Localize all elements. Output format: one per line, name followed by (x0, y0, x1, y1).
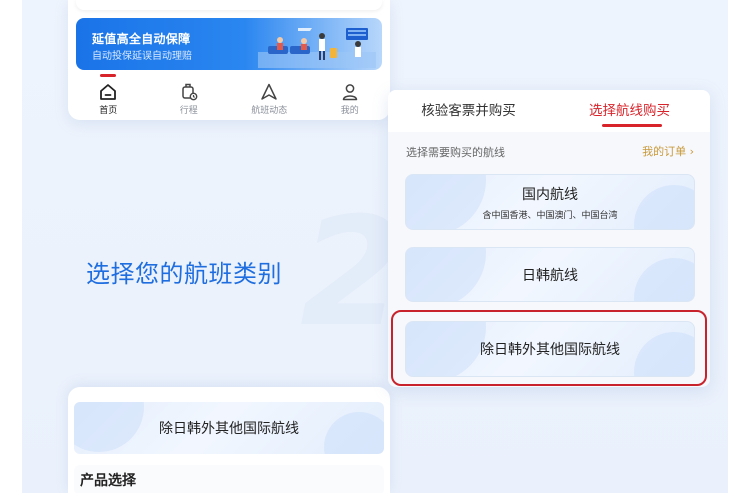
banner-title: 延值高全自动保障 (92, 32, 191, 46)
my-orders-link[interactable]: 我的订单 › (642, 143, 694, 159)
decor-blob (406, 322, 486, 376)
decor-blob (634, 185, 694, 229)
decor-blob (406, 248, 486, 301)
panel-tabs: 核验客票并购买 选择航线购买 (388, 90, 710, 132)
tab-home[interactable]: 首页 (68, 72, 149, 120)
tab-home-label: 首页 (99, 106, 118, 116)
decor-blob (74, 402, 144, 452)
banner-subtitle: 自动投保延误自动理赔 (92, 51, 192, 62)
selected-route-card[interactable]: 除日韩外其他国际航线 (74, 402, 384, 454)
panel-subtitle: 选择需要购买的航线 (406, 146, 505, 159)
flight-status-icon (261, 83, 277, 100)
tab-select-route[interactable]: 选择航线购买 (549, 90, 710, 132)
promo-banner[interactable]: 延值高全自动保障 自动投保延误自动理赔 (76, 18, 382, 70)
luggage-icon (182, 83, 198, 101)
tab-verify-ticket-label: 核验客票并购买 (421, 103, 516, 119)
tab-trips-label: 行程 (179, 106, 198, 116)
tab-select-route-label: 选择航线购买 (589, 103, 670, 119)
bottom-tab-bar: 首页 行程 航班动态 我的 (68, 72, 390, 120)
home-icon (100, 84, 117, 100)
route-option-japan-korea[interactable]: 日韩航线 (405, 247, 695, 302)
route-selection-panel: 核验客票并购买 选择航线购买 选择需要购买的航线 我的订单 › 国内航线 含中国… (388, 90, 710, 387)
card-stub (76, 0, 382, 10)
decor-blob (634, 332, 694, 376)
route-option-domestic[interactable]: 国内航线 含中国香港、中国澳门、中国台湾 (405, 174, 695, 230)
airport-illustration-icon (258, 28, 376, 68)
route-note: 含中国香港、中国澳门、中国台湾 (482, 210, 618, 221)
active-tab-underline (601, 124, 662, 127)
active-tab-indicator (100, 74, 117, 77)
route-name: 国内航线 (522, 186, 578, 203)
user-icon (342, 84, 357, 101)
tab-flight-status-label: 航班动态 (251, 106, 288, 116)
decor-blob (324, 412, 384, 454)
tab-profile[interactable]: 我的 (310, 72, 391, 120)
tab-verify-ticket[interactable]: 核验客票并购买 (388, 90, 549, 132)
tab-flight-status[interactable]: 航班动态 (229, 72, 310, 120)
step-headline: 选择您的航班类别 (86, 260, 282, 288)
selected-route-name: 除日韩外其他国际航线 (159, 421, 299, 437)
route-option-other-international[interactable]: 除日韩外其他国际航线 (405, 321, 695, 377)
route-name: 日韩航线 (522, 267, 578, 284)
decor-blob (634, 258, 694, 301)
phone-screen-bottom: 除日韩外其他国际航线 产品选择 (68, 387, 390, 493)
phone-screen-top: 延值高全自动保障 自动投保延误自动理赔 首页 行程 航班动态 我的 (68, 0, 390, 120)
tab-trips[interactable]: 行程 (149, 72, 230, 120)
route-name: 除日韩外其他国际航线 (480, 342, 620, 358)
product-selection-title: 产品选择 (80, 473, 136, 489)
tab-profile-label: 我的 (340, 106, 359, 116)
decor-blob (406, 175, 486, 229)
